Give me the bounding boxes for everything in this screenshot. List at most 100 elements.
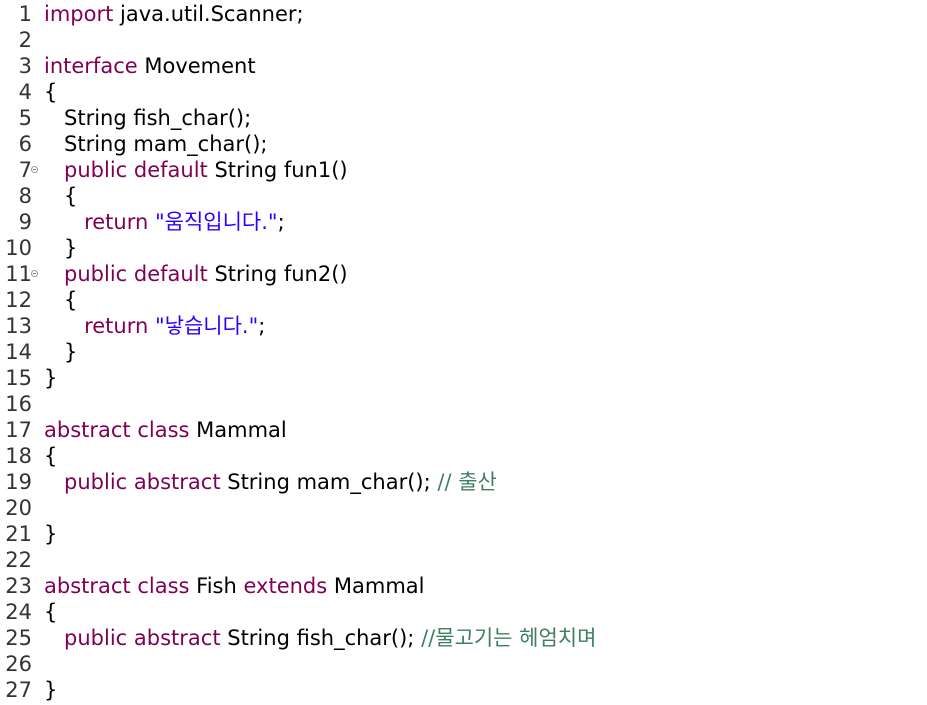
code-text: Movement	[137, 54, 256, 78]
code-line[interactable]: 11 public default String fun2()	[0, 261, 927, 287]
code-line[interactable]: 27}	[0, 677, 927, 703]
code-line[interactable]: 24 {	[0, 599, 927, 625]
code-line[interactable]: 22	[0, 547, 927, 573]
code-content: public default String fun2()	[44, 261, 348, 287]
code-line[interactable]: 17 abstract class Mammal	[0, 417, 927, 443]
keyword-token: default	[133, 158, 208, 182]
code-line[interactable]: 7 public default String fun1()	[0, 157, 927, 183]
code-content: public abstract String mam_char(); // 출산	[44, 469, 497, 495]
code-text: {	[44, 600, 58, 624]
code-text: String fun2()	[207, 262, 348, 286]
code-line[interactable]: 15}	[0, 365, 927, 391]
code-content: String mam_char();	[44, 131, 267, 157]
code-line[interactable]: 10 }	[0, 235, 927, 261]
code-line[interactable]: 6 String mam_char();	[0, 131, 927, 157]
line-number: 16	[5, 392, 32, 416]
code-line[interactable]: 4{	[0, 79, 927, 105]
code-line[interactable]: 2	[0, 27, 927, 53]
code-text: Fish	[189, 574, 244, 598]
code-editor[interactable]: 1 import java.util.Scanner; 2 3 interface Mo…	[0, 0, 927, 705]
code-line[interactable]: 19 public abstract String mam_char(); //…	[0, 469, 927, 495]
code-text: }	[44, 340, 78, 364]
string-token: "움직입니다."	[154, 210, 278, 234]
code-text: {	[44, 288, 78, 312]
comment-token: //물고기는 헤엄치며	[421, 626, 597, 650]
fold-toggle-icon[interactable]	[31, 166, 38, 173]
code-content: {	[44, 79, 57, 105]
code-text: {	[44, 184, 78, 208]
code-content: return "움직입니다.";	[44, 209, 285, 235]
code-line[interactable]: 3 interface Movement	[0, 53, 927, 79]
line-number: 17	[5, 418, 32, 442]
keyword-token: abstract	[133, 470, 221, 494]
code-content: public default String fun1()	[44, 157, 348, 183]
code-text: String fish_char();	[220, 626, 422, 650]
code-text: Mammal	[189, 418, 287, 442]
code-content: }	[44, 365, 57, 391]
line-number: 8	[18, 184, 32, 208]
code-text: }	[44, 236, 78, 260]
keyword-token: public	[64, 626, 128, 650]
line-number: 9	[18, 210, 32, 234]
code-text: {	[44, 80, 58, 104]
code-line[interactable]: 5 String fish_char();	[0, 105, 927, 131]
code-text: }	[44, 678, 58, 702]
line-number: 24	[5, 600, 32, 624]
code-content: public abstract String fish_char(); //물고…	[44, 625, 596, 651]
code-line[interactable]: 21}	[0, 521, 927, 547]
code-text: String mam_char();	[44, 132, 268, 156]
code-content: }	[44, 339, 77, 365]
line-number: 1	[18, 2, 32, 26]
code-content: abstract class Fish extends Mammal	[44, 573, 424, 599]
line-number: 13	[5, 314, 32, 338]
code-content: String fish_char();	[44, 105, 251, 131]
line-number: 23	[5, 574, 32, 598]
line-number: 19	[5, 470, 32, 494]
string-token: "낳습니다."	[154, 314, 259, 338]
code-line[interactable]: 14 }	[0, 339, 927, 365]
code-text: Mammal	[327, 574, 425, 598]
line-number: 2	[18, 28, 32, 52]
code-line[interactable]: 20	[0, 495, 927, 521]
code-text: }	[44, 522, 58, 546]
code-line[interactable]: 26	[0, 651, 927, 677]
keyword-token: public	[64, 262, 128, 286]
code-line[interactable]: 25 public abstract String fish_char(); /…	[0, 625, 927, 651]
code-line[interactable]: 18 {	[0, 443, 927, 469]
line-number: 14	[5, 340, 32, 364]
code-line[interactable]: 8 {	[0, 183, 927, 209]
code-line[interactable]: 13 return "낳습니다.";	[0, 313, 927, 339]
keyword-token: class	[137, 418, 190, 442]
code-content: {	[44, 183, 77, 209]
code-content: {	[44, 443, 57, 469]
keyword-token: abstract	[44, 574, 131, 598]
code-line[interactable]: 12 {	[0, 287, 927, 313]
code-line[interactable]: 16	[0, 391, 927, 417]
code-line[interactable]: 1 import java.util.Scanner;	[0, 1, 927, 27]
keyword-token: import	[44, 2, 114, 26]
comment-token: // 출산	[437, 470, 497, 494]
line-number: 5	[18, 106, 32, 130]
code-text: String fun1()	[207, 158, 348, 182]
code-line[interactable]: 23 abstract class Fish extends Mammal	[0, 573, 927, 599]
keyword-token: default	[133, 262, 208, 286]
fold-toggle-icon[interactable]	[31, 270, 38, 277]
keyword-token: abstract	[44, 418, 131, 442]
code-text: {	[44, 444, 58, 468]
line-number: 21	[5, 522, 32, 546]
line-number: 15	[5, 366, 32, 390]
keyword-token: extends	[243, 574, 328, 598]
keyword-token: interface	[44, 54, 138, 78]
line-number: 12	[5, 288, 32, 312]
keyword-token: return	[84, 314, 149, 338]
code-line[interactable]: 9 return "움직입니다.";	[0, 209, 927, 235]
keyword-token: return	[84, 210, 149, 234]
code-content: return "낳습니다.";	[44, 313, 265, 339]
line-number: 26	[5, 652, 32, 676]
